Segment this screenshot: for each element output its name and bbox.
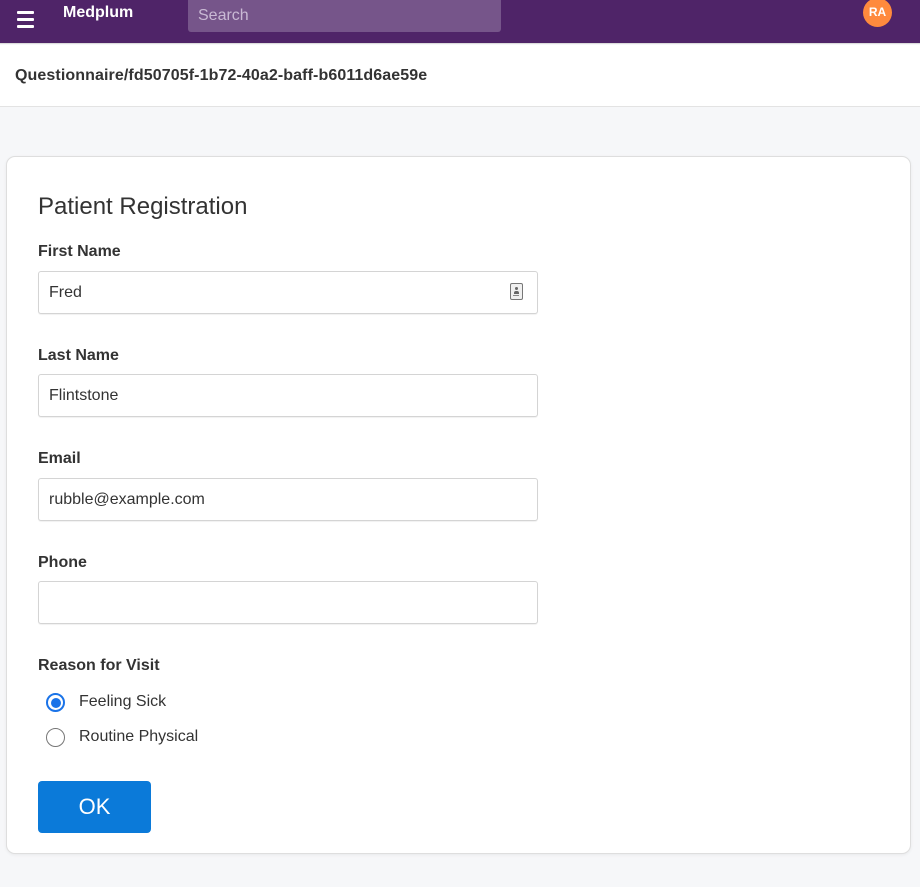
radio-label: Routine Physical [79, 728, 199, 745]
contact-card-icon[interactable] [510, 283, 523, 300]
user-avatar[interactable]: RA [863, 0, 892, 27]
phone-input[interactable] [38, 581, 538, 624]
email-label: Email [38, 450, 81, 467]
last-name-label: Last Name [38, 347, 119, 364]
radio-button-unchecked[interactable] [46, 728, 65, 747]
first-name-label: First Name [38, 243, 121, 260]
questionnaire-form-card: Patient Registration First Name Last Nam… [6, 156, 911, 854]
radio-label: Feeling Sick [79, 693, 167, 710]
resource-header: Questionnaire/fd50705f-1b72-40a2-baff-b6… [0, 45, 920, 107]
hamburger-menu-icon[interactable] [15, 8, 37, 30]
search-input[interactable] [188, 0, 501, 32]
first-name-input[interactable] [38, 271, 538, 314]
radio-button-checked[interactable] [46, 693, 65, 712]
top-navigation-bar: Medplum RA [0, 0, 920, 44]
reason-for-visit-label: Reason for Visit [38, 657, 160, 674]
resource-title: Questionnaire/fd50705f-1b72-40a2-baff-b6… [15, 67, 428, 84]
ok-submit-button[interactable]: OK [38, 781, 151, 833]
last-name-input[interactable] [38, 374, 538, 417]
phone-label: Phone [38, 554, 87, 571]
brand-logo[interactable]: Medplum [63, 3, 133, 23]
email-input[interactable] [38, 478, 538, 521]
form-title: Patient Registration [38, 193, 248, 220]
